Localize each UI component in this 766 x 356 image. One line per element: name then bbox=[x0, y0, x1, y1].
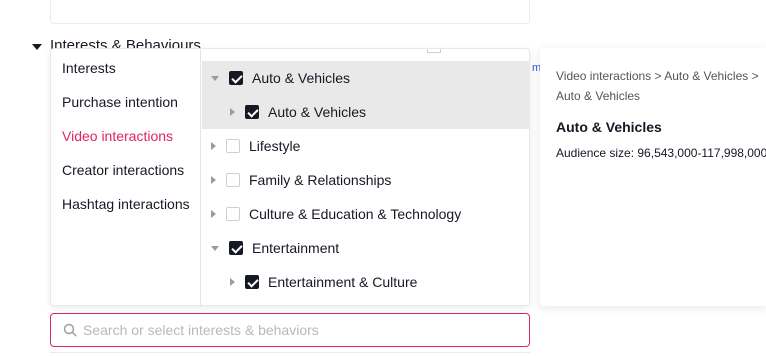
interest-info-card: Video interactions > Auto & Vehicles > A… bbox=[540, 48, 766, 306]
caret-right-icon[interactable] bbox=[211, 142, 216, 150]
background-panel bbox=[50, 0, 530, 24]
caret-down-icon[interactable] bbox=[211, 245, 219, 251]
caret-right-icon[interactable] bbox=[230, 278, 235, 286]
interest-tree: Auto & Vehicles Auto & Vehicles Lifestyle F… bbox=[202, 49, 529, 305]
interest-dropdown: Interests Purchase intention Video interac… bbox=[50, 48, 530, 306]
category-item[interactable]: Hashtag interactions bbox=[51, 187, 200, 221]
caret-right-icon[interactable] bbox=[230, 108, 235, 116]
divider bbox=[50, 352, 530, 356]
checkbox[interactable] bbox=[226, 173, 240, 187]
checkbox[interactable] bbox=[245, 275, 259, 289]
tree-row[interactable]: Culture & Education & Technology bbox=[202, 197, 529, 231]
checkbox[interactable] bbox=[226, 139, 240, 153]
caret-right-icon[interactable] bbox=[211, 176, 216, 184]
breadcrumb: Video interactions > Auto & Vehicles > A… bbox=[556, 69, 759, 103]
tree-row-label: Auto & Vehicles bbox=[252, 70, 351, 86]
tree-row[interactable]: Entertainment & Culture bbox=[202, 265, 529, 299]
tree-row[interactable]: Family & Relationships bbox=[202, 163, 529, 197]
tree-row-label: Entertainment bbox=[252, 240, 340, 256]
category-item[interactable]: Interests bbox=[51, 51, 200, 85]
tree-row[interactable]: Auto & Vehicles bbox=[202, 61, 529, 95]
checkbox[interactable] bbox=[226, 207, 240, 221]
checkbox[interactable] bbox=[245, 105, 259, 119]
checkbox[interactable] bbox=[229, 241, 243, 255]
interest-title: Auto & Vehicles bbox=[556, 119, 662, 135]
caret-down-icon bbox=[32, 44, 42, 50]
category-item[interactable]: Creator interactions bbox=[51, 153, 200, 187]
checkbox[interactable] bbox=[229, 71, 243, 85]
search-icon bbox=[63, 323, 77, 337]
tree-row-label: Entertainment & Culture bbox=[268, 274, 418, 290]
category-list: Interests Purchase intention Video interac… bbox=[51, 49, 201, 305]
tree-row-label: Family & Relationships bbox=[249, 172, 392, 188]
category-item[interactable]: Purchase intention bbox=[51, 85, 200, 119]
tree-row[interactable]: Entertainment bbox=[202, 231, 529, 265]
search-input[interactable] bbox=[83, 322, 503, 338]
caret-down-icon[interactable] bbox=[211, 75, 219, 81]
tree-row-label: Auto & Vehicles bbox=[268, 104, 367, 120]
tree-row[interactable]: Lifestyle bbox=[202, 129, 529, 163]
tree-row[interactable]: Auto & Vehicles bbox=[202, 95, 529, 129]
partial-checkbox bbox=[427, 49, 441, 53]
audience-size: Audience size: 96,543,000-117,998,000 bbox=[556, 146, 766, 160]
category-item[interactable]: Video interactions bbox=[51, 119, 200, 153]
caret-right-icon[interactable] bbox=[211, 210, 216, 218]
search-field[interactable] bbox=[50, 313, 530, 347]
tree-row-label: Culture & Education & Technology bbox=[249, 206, 462, 222]
tree-row-label: Lifestyle bbox=[249, 138, 301, 154]
